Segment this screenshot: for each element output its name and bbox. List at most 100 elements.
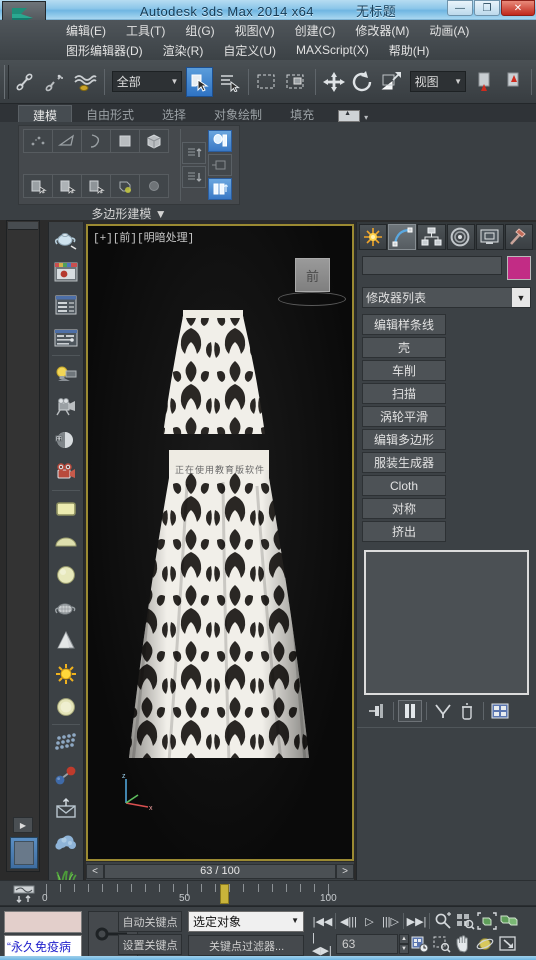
- modifier-button-symmetry[interactable]: 对称: [362, 498, 446, 519]
- viewport-label[interactable]: [+][前][明暗处理]: [93, 229, 194, 245]
- menu-item-animation[interactable]: 动画(A): [419, 22, 479, 39]
- plane-primitive-tool[interactable]: [49, 492, 83, 525]
- select-object-button[interactable]: [186, 66, 214, 97]
- use-pivot-center-button[interactable]: [470, 67, 497, 97]
- polygon-subobject-button[interactable]: [110, 129, 140, 153]
- utilities-tab[interactable]: [504, 224, 534, 250]
- menu-item-customize[interactable]: 自定义(U): [213, 42, 286, 59]
- track-bar[interactable]: 0 50 100: [0, 880, 536, 906]
- motion-tab[interactable]: [446, 224, 475, 250]
- menu-item-modifiers[interactable]: 修改器(M): [345, 22, 419, 39]
- hierarchy-tab[interactable]: [417, 224, 446, 250]
- zoom-extents-all-button[interactable]: [498, 911, 520, 931]
- generate-topology-button[interactable]: [23, 174, 53, 198]
- modify-tab[interactable]: [388, 224, 417, 250]
- border-subobject-button[interactable]: [81, 129, 111, 153]
- create-tab[interactable]: [359, 224, 388, 250]
- select-and-rotate-button[interactable]: [350, 67, 377, 97]
- zoom-extents-button[interactable]: [476, 911, 498, 931]
- menu-item-views[interactable]: 视图(V): [225, 22, 285, 39]
- time-slider-next-button[interactable]: >: [336, 863, 354, 879]
- ribbon-tab-modeling[interactable]: 建模: [18, 105, 73, 123]
- modifier-stack-list[interactable]: [364, 550, 529, 695]
- material-editor-tool[interactable]: [49, 255, 83, 288]
- camera-tool[interactable]: [49, 390, 83, 423]
- menu-item-create[interactable]: 创建(C): [285, 22, 346, 39]
- preserve-uvs-toggle[interactable]: [208, 154, 232, 176]
- mini-curve-editor-icon[interactable]: [12, 884, 36, 904]
- rectangular-selection-region-button[interactable]: [254, 67, 281, 97]
- display-tab[interactable]: [475, 224, 504, 250]
- maximize-viewport-toggle-button[interactable]: [497, 934, 519, 954]
- collapse-stack-down-button[interactable]: [182, 166, 206, 188]
- menu-item-graph-editors[interactable]: 图形编辑器(D): [56, 42, 153, 59]
- chevron-down-icon[interactable]: ▾: [364, 113, 368, 122]
- show-end-result-button[interactable]: [398, 700, 422, 722]
- close-button[interactable]: ✕: [501, 0, 535, 16]
- go-to-start-button[interactable]: |◀◀: [312, 911, 333, 931]
- modifier-button-edit-spline[interactable]: 编辑样条线: [362, 314, 446, 335]
- time-configuration-button[interactable]: [409, 934, 431, 954]
- modifier-button-edit-poly[interactable]: 编辑多边形: [362, 429, 446, 450]
- mini-listener-input[interactable]: “永久免疫病: [4, 935, 82, 957]
- sphere-light-tool[interactable]: [49, 690, 83, 723]
- render-setup-tool[interactable]: [49, 288, 83, 321]
- frame-spinner[interactable]: ▲ ▼: [399, 934, 409, 954]
- set-key-button[interactable]: 设置关键点: [118, 934, 182, 955]
- cloud-tool[interactable]: [49, 825, 83, 858]
- key-filters-button[interactable]: 关键点过滤器...: [188, 935, 304, 956]
- menu-item-help[interactable]: 帮助(H): [379, 42, 440, 59]
- bind-to-space-warp-button[interactable]: [72, 67, 99, 97]
- reference-coordinate-system-combo[interactable]: 视图 ▼: [409, 71, 467, 92]
- chevron-down-icon[interactable]: ▼: [291, 916, 299, 925]
- ribbon-tab-selection[interactable]: 选择: [148, 105, 200, 122]
- current-frame-input[interactable]: 63: [336, 934, 398, 954]
- menu-item-group[interactable]: 组(G): [175, 22, 224, 39]
- zoom-region-button[interactable]: [431, 934, 453, 954]
- sun-light-tool[interactable]: [49, 657, 83, 690]
- chevron-down-icon[interactable]: ▼: [155, 207, 167, 221]
- rendered-frame-window-tool[interactable]: [49, 321, 83, 354]
- edge-subobject-button[interactable]: [52, 129, 82, 153]
- particle-array-tool[interactable]: [49, 726, 83, 759]
- damask-dress-model[interactable]: [125, 302, 315, 792]
- menu-item-rendering[interactable]: 渲染(R): [153, 42, 214, 59]
- ribbon-tab-object-paint[interactable]: 对象绘制: [200, 105, 276, 122]
- time-slider-frame-display[interactable]: 63 / 100: [104, 863, 336, 879]
- key-navigation-button[interactable]: |◀▶|: [312, 932, 333, 957]
- ribbon-tab-populate[interactable]: 填充: [276, 105, 328, 122]
- viewport-canvas[interactable]: [+][前][明暗处理] 前 正在使用教育版软件 z x: [88, 226, 352, 859]
- select-and-move-button[interactable]: [321, 67, 348, 97]
- make-unique-button[interactable]: [431, 700, 455, 722]
- left-dock-expand-button[interactable]: ▶: [13, 817, 33, 833]
- use-selection-center-button[interactable]: [499, 67, 526, 97]
- sphere-primitive-tool[interactable]: [49, 558, 83, 591]
- unlink-selection-button[interactable]: [43, 67, 70, 97]
- teapot-wire-tool[interactable]: [49, 591, 83, 624]
- pin-stack-button[interactable]: [365, 700, 389, 722]
- modifier-button-cloth[interactable]: Cloth: [362, 475, 446, 496]
- envelope-tool[interactable]: [49, 792, 83, 825]
- teapot-tool[interactable]: [49, 222, 83, 255]
- chevron-down-icon[interactable]: ▼: [171, 77, 179, 86]
- auto-key-button[interactable]: 自动关键点: [118, 911, 182, 932]
- time-slider[interactable]: < 63 / 100 >: [86, 862, 354, 880]
- modifier-button-lathe[interactable]: 车削: [362, 360, 446, 381]
- cone-primitive-tool[interactable]: [49, 624, 83, 657]
- menu-item-tools[interactable]: 工具(T): [116, 22, 175, 39]
- maximize-button[interactable]: ❐: [474, 0, 500, 16]
- collapse-stack-up-button[interactable]: [182, 142, 206, 164]
- configure-modifier-sets-button[interactable]: [488, 700, 512, 722]
- ribbon-minimize-button[interactable]: [338, 110, 361, 122]
- paint-connect-button[interactable]: [110, 174, 140, 198]
- use-nurms-toggle[interactable]: [208, 178, 232, 200]
- minimize-button[interactable]: —: [447, 0, 473, 16]
- ribbon-panel-caption[interactable]: 多边形建模 ▼: [18, 205, 240, 221]
- zoom-button[interactable]: [432, 911, 454, 931]
- object-color-swatch[interactable]: [507, 256, 531, 280]
- atom-helper-tool[interactable]: [49, 759, 83, 792]
- pan-view-button[interactable]: [453, 934, 475, 954]
- viewcube[interactable]: 前: [295, 258, 330, 292]
- go-to-end-button[interactable]: ▶▶|: [406, 911, 427, 931]
- select-by-name-button[interactable]: [215, 67, 242, 97]
